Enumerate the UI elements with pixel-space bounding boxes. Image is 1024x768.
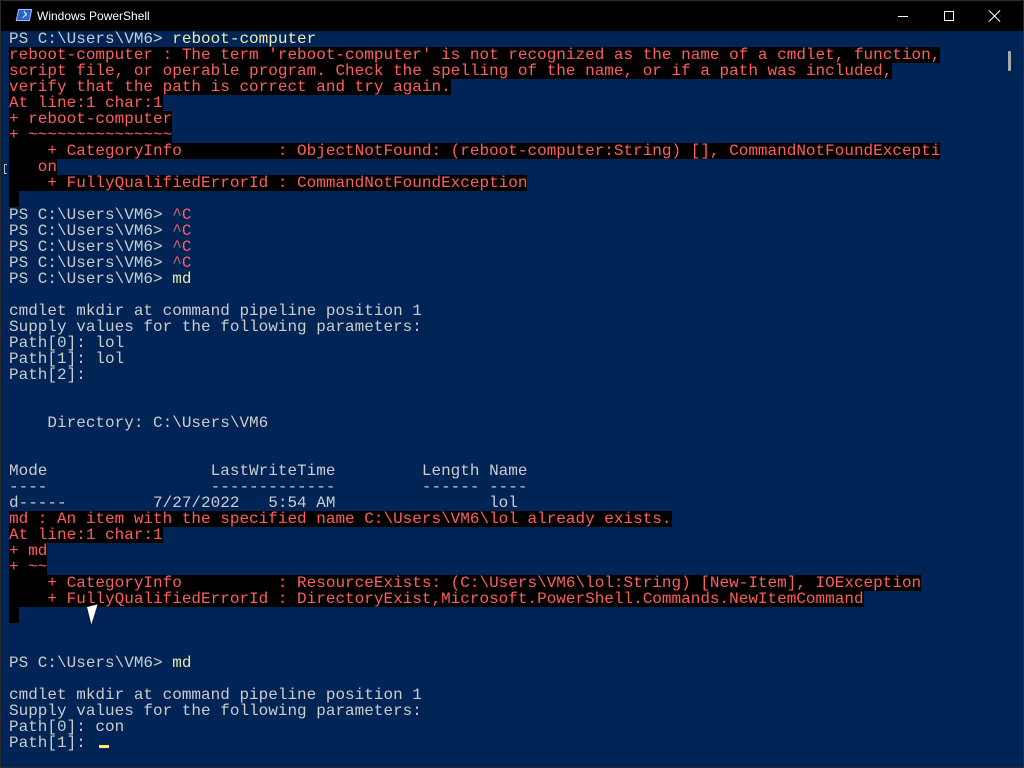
table-header-underline: ---- ------------- ------ ---- [9, 478, 528, 496]
error-line: + CategoryInfo : ObjectNotFound: (reboot… [9, 142, 941, 160]
console-line: cmdlet mkdir at command pipeline positio… [9, 686, 422, 704]
error-line: + reboot-computer [9, 110, 173, 128]
console-line: Path[0]: lol [9, 334, 125, 352]
prompt-line: PS C:\Users\VM6> md [9, 270, 192, 288]
error-line: reboot-computer : The term 'reboot-compu… [9, 46, 941, 64]
title-bar[interactable]: Windows PowerShell [1, 1, 1023, 31]
minimize-button[interactable] [880, 1, 926, 31]
console-line: Path[0]: con [9, 718, 125, 736]
resize-tick-icon [4, 164, 7, 174]
error-line: + FullyQualifiedErrorId : CommandNotFoun… [9, 174, 528, 192]
input-line[interactable]: Path[1]: [9, 735, 86, 751]
command-text: md [172, 654, 192, 672]
console-line: Path[1]: lol [9, 350, 125, 368]
prompt-line: PS C:\Users\VM6> md [9, 654, 192, 672]
minimize-icon [898, 16, 908, 17]
error-line-end-marker [9, 607, 19, 623]
console-line: Supply values for the following paramete… [9, 318, 422, 336]
powershell-window: Windows PowerShell PS C:\Users\VM6> rebo… [0, 0, 1024, 768]
error-line: + FullyQualifiedErrorId : DirectoryExist… [9, 590, 864, 608]
scrollbar-thumb[interactable] [1008, 51, 1011, 71]
error-line: At line:1 char:1 [9, 94, 163, 112]
close-button[interactable] [972, 1, 1018, 31]
error-line: md : An item with the specified name C:\… [9, 510, 672, 528]
window-title: Windows PowerShell [37, 9, 150, 23]
directory-header: Directory: C:\Users\VM6 [9, 414, 269, 432]
text-cursor [99, 745, 109, 748]
error-line: script file, or operable program. Check … [9, 62, 893, 80]
powershell-icon[interactable] [15, 9, 33, 21]
error-line: At line:1 char:1 [9, 526, 163, 544]
error-line: on [9, 158, 58, 176]
error-line: + md [9, 542, 48, 560]
error-line: + ~~~~~~~~~~~~~~~ [9, 126, 173, 144]
console-line: Supply values for the following paramete… [9, 702, 422, 720]
command-text: md [172, 270, 192, 288]
error-line: + ~~ [9, 558, 48, 576]
table-header: Mode LastWriteTime Length Name [9, 462, 528, 480]
maximize-icon [944, 11, 954, 21]
prompt-line: PS C:\Users\VM6> ^C [9, 222, 192, 240]
table-row: d----- 7/27/2022 5:54 AM lol [9, 494, 518, 512]
console-line: PS C:\Users\VM6> reboot-computer [9, 31, 316, 47]
prompt-line: PS C:\Users\VM6> ^C [9, 254, 192, 272]
console-line: Path[2]: [9, 366, 86, 384]
vertical-scrollbar[interactable] [1005, 31, 1023, 767]
maximize-button[interactable] [926, 1, 972, 31]
prompt-line: PS C:\Users\VM6> ^C [9, 206, 192, 224]
error-line: + CategoryInfo : ResourceExists: (C:\Use… [9, 574, 922, 592]
console-output[interactable]: PS C:\Users\VM6> reboot-computer reboot-… [1, 31, 1004, 767]
prompt-line: PS C:\Users\VM6> ^C [9, 238, 192, 256]
console-line: cmdlet mkdir at command pipeline positio… [9, 302, 422, 320]
error-line: verify that the path is correct and try … [9, 78, 451, 96]
close-icon [988, 9, 1002, 23]
error-line-end-marker [9, 191, 19, 207]
